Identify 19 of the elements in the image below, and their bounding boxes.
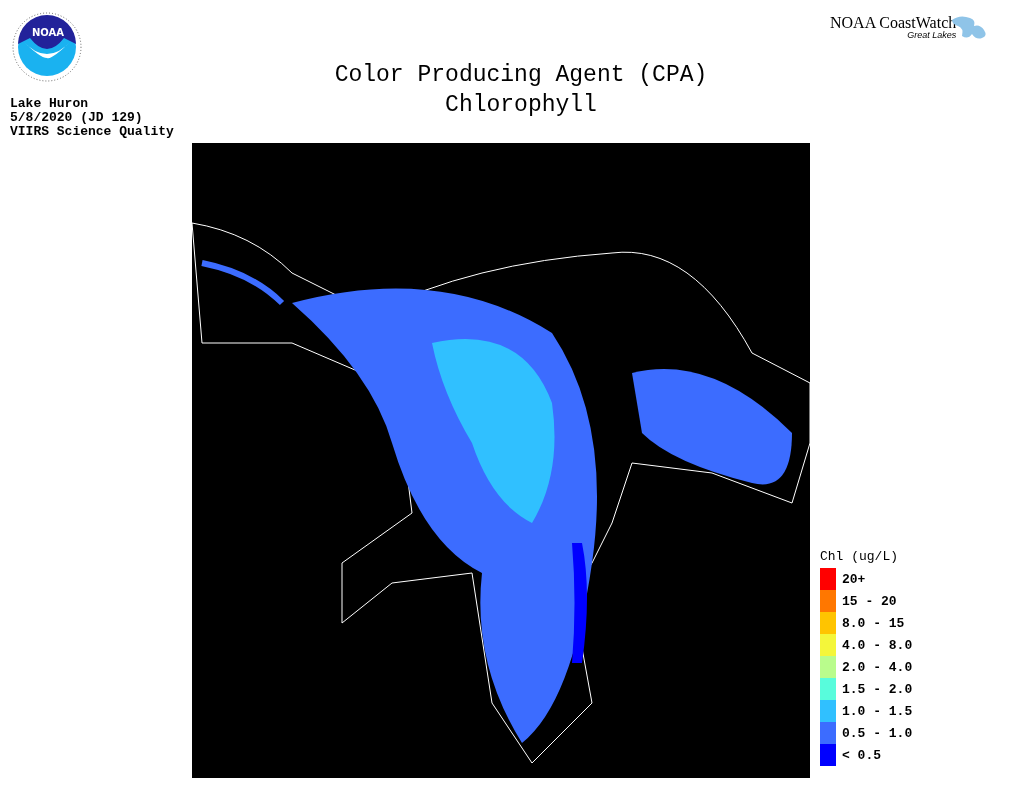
brand-subtitle: Great Lakes <box>907 30 957 40</box>
logo-text: NOAA <box>32 27 65 38</box>
info-text: 5/8/2020 (JD 129) <box>10 111 144 125</box>
legend-label: 1.5 - 2.0 <box>842 681 913 697</box>
legend-label: 20+ <box>842 571 866 587</box>
noaa-logo-icon <box>12 12 82 82</box>
legend-label: 0.5 - 1.0 <box>842 725 913 741</box>
legend-label: 1.0 - 1.5 <box>842 703 913 719</box>
info-text: Lake Huron <box>10 97 89 111</box>
legend-label: < 0.5 <box>842 747 881 763</box>
legend-label: 4.0 - 8.0 <box>842 637 913 653</box>
info-text: VIIRS Science Quality <box>10 125 175 139</box>
legend-label: 2.0 - 4.0 <box>842 659 913 675</box>
chart-title: Color Producing Agent (CPA) <box>333 61 709 90</box>
legend-title: Chl (ug/L) <box>820 549 899 564</box>
chart-title: Chlorophyll <box>444 91 598 120</box>
brand-name: NOAA CoastWatch <box>830 14 957 31</box>
legend-label: 8.0 - 15 <box>842 615 905 631</box>
legend-label: 15 - 20 <box>842 593 897 609</box>
